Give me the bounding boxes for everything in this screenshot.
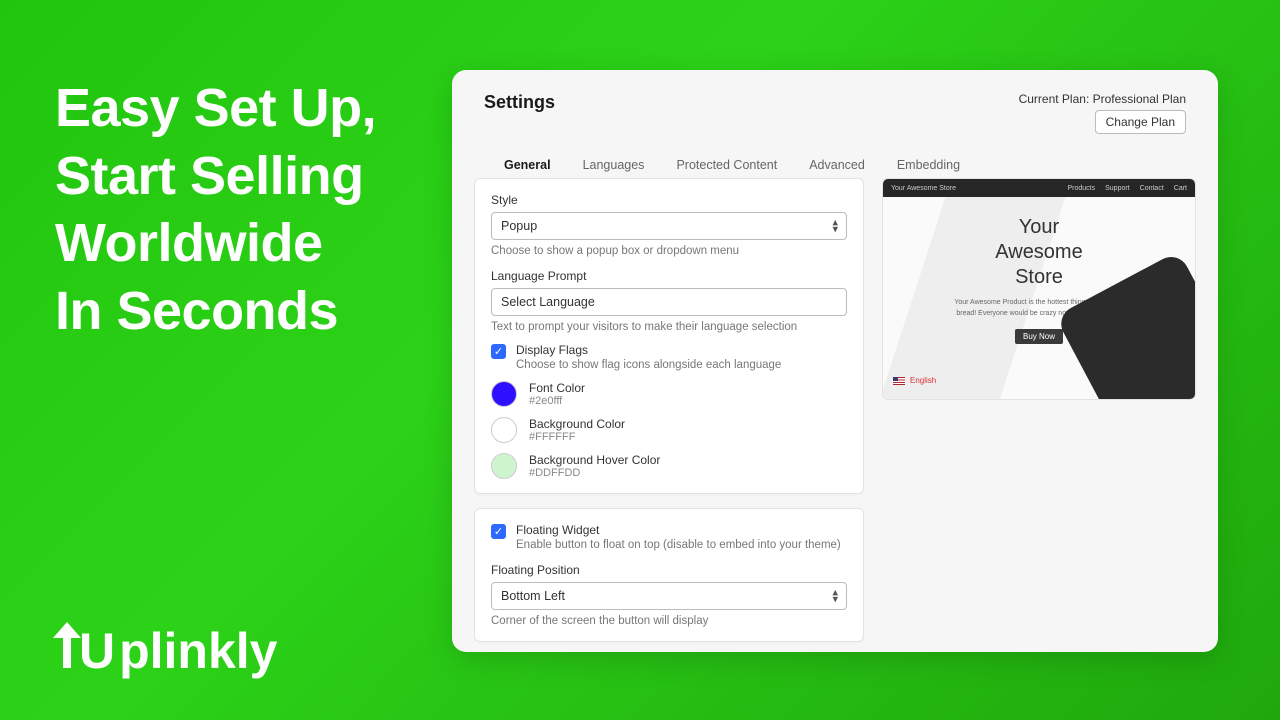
preview-nav-link: Cart bbox=[1174, 185, 1187, 192]
preview-title-line: Store bbox=[954, 265, 1124, 290]
prompt-label: Language Prompt bbox=[491, 269, 847, 283]
floating-position-label: Floating Position bbox=[491, 563, 847, 577]
style-card: Style Popup ▴▾ Choose to show a popup bo… bbox=[474, 178, 864, 494]
logo-text: plinkly bbox=[119, 622, 277, 680]
style-help: Choose to show a popup box or dropdown m… bbox=[491, 245, 847, 257]
prompt-help: Text to prompt your visitors to make the… bbox=[491, 321, 847, 333]
preview-nav-link: Support bbox=[1105, 185, 1130, 192]
hover-color-value: #DDFFDD bbox=[529, 467, 660, 479]
floating-position-value: Bottom Left bbox=[501, 589, 565, 603]
hero-line: Worldwide bbox=[55, 210, 376, 278]
language-label: English bbox=[910, 376, 936, 385]
preview-buy-button: Buy Now bbox=[1015, 329, 1063, 344]
page-title: Settings bbox=[484, 92, 555, 113]
display-flags-label: Display Flags bbox=[516, 343, 781, 357]
hover-color-label: Background Hover Color bbox=[529, 453, 660, 467]
brand-logo: Uplinkly bbox=[53, 622, 277, 680]
floating-widget-help: Enable button to float on top (disable t… bbox=[516, 539, 841, 551]
preview-nav-link: Contact bbox=[1140, 185, 1164, 192]
background-color-value: #FFFFFF bbox=[529, 431, 625, 443]
floating-position-help: Corner of the screen the button will dis… bbox=[491, 615, 847, 627]
preview-store-name: Your Awesome Store bbox=[891, 185, 956, 192]
font-color-value: #2e0fff bbox=[529, 395, 585, 407]
floating-card: ✓ Floating Widget Enable button to float… bbox=[474, 508, 864, 642]
chevron-updown-icon: ▴▾ bbox=[832, 589, 838, 602]
hover-color-swatch[interactable] bbox=[491, 453, 517, 479]
background-color-label: Background Color bbox=[529, 417, 625, 431]
hero-line: Easy Set Up, bbox=[55, 75, 376, 143]
style-label: Style bbox=[491, 193, 847, 207]
store-preview: Your Awesome Store Products Support Cont… bbox=[882, 178, 1196, 400]
floating-position-select[interactable]: Bottom Left ▴▾ bbox=[491, 582, 847, 610]
flag-icon bbox=[893, 377, 905, 385]
display-flags-help: Choose to show flag icons alongside each… bbox=[516, 359, 781, 371]
font-color-label: Font Color bbox=[529, 381, 585, 395]
hero-line: Start Selling bbox=[55, 143, 376, 211]
arrow-up-icon bbox=[53, 624, 81, 668]
display-flags-checkbox[interactable]: ✓ bbox=[491, 344, 506, 359]
current-plan-text: Current Plan: Professional Plan bbox=[1019, 92, 1186, 106]
language-prompt-input[interactable] bbox=[491, 288, 847, 316]
preview-nav-link: Products bbox=[1067, 185, 1095, 192]
chevron-updown-icon: ▴▾ bbox=[832, 219, 838, 232]
floating-widget-label: Floating Widget bbox=[516, 523, 841, 537]
hero-headline: Easy Set Up, Start Selling Worldwide In … bbox=[55, 75, 376, 345]
language-switcher-button[interactable]: English bbox=[893, 376, 936, 385]
change-plan-button[interactable]: Change Plan bbox=[1095, 110, 1186, 134]
style-select-value: Popup bbox=[501, 219, 537, 233]
background-color-swatch[interactable] bbox=[491, 417, 517, 443]
style-select[interactable]: Popup ▴▾ bbox=[491, 212, 847, 240]
settings-panel: Settings Current Plan: Professional Plan… bbox=[452, 70, 1218, 652]
font-color-swatch[interactable] bbox=[491, 381, 517, 407]
floating-widget-checkbox[interactable]: ✓ bbox=[491, 524, 506, 539]
preview-title-line: Awesome bbox=[954, 240, 1124, 265]
preview-title-line: Your bbox=[954, 215, 1124, 240]
hero-line: In Seconds bbox=[55, 278, 376, 346]
